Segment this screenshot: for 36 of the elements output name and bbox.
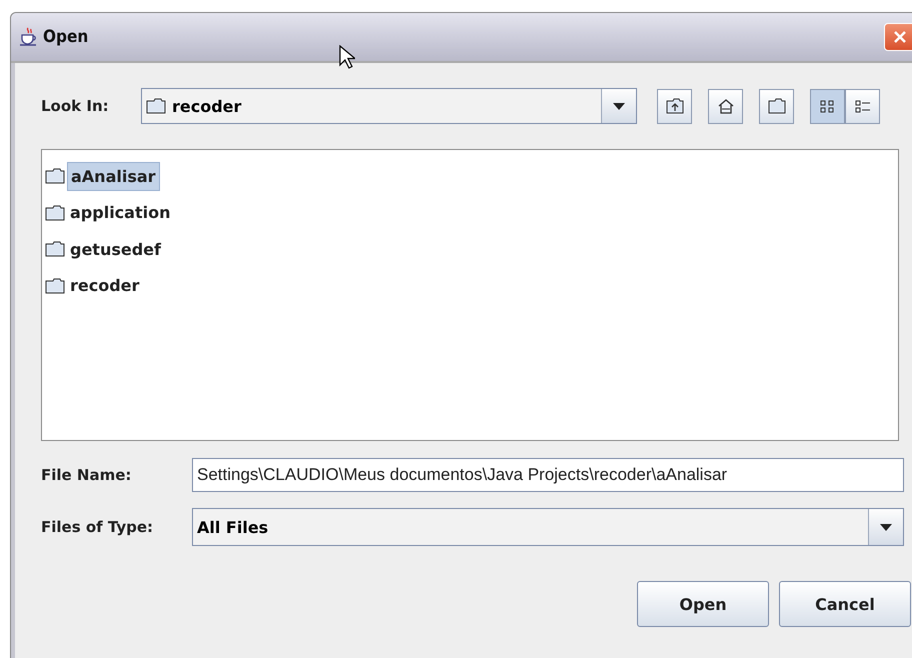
file-type-value: All Files (196, 516, 270, 538)
cancel-button[interactable]: Cancel (779, 581, 911, 627)
folder-icon (45, 204, 65, 221)
open-button[interactable]: Open (637, 581, 769, 627)
toolbar-button[interactable] (657, 88, 692, 124)
toolbar-button[interactable] (845, 88, 880, 124)
folder-icon (146, 98, 166, 114)
file-name-label: File Name: (41, 466, 132, 484)
close-icon (893, 30, 907, 44)
look-in-label: Look In: (41, 97, 110, 115)
details-view-icon (854, 98, 872, 114)
look-in-dropdown[interactable]: recoder (141, 88, 637, 124)
list-view-icon (818, 98, 836, 114)
file-type-label: Files of Type: (41, 518, 154, 536)
folder-icon (45, 241, 65, 258)
dropdown-arrow-icon (880, 524, 892, 530)
file-item[interactable]: getusedef (67, 236, 164, 263)
close-button[interactable] (884, 23, 912, 51)
toolbar-button[interactable] (759, 88, 794, 124)
toolbar-button[interactable] (708, 88, 743, 124)
folder-icon (45, 168, 65, 184)
folder-icon (45, 278, 65, 294)
file-type-dropdown[interactable]: All Files (192, 508, 904, 546)
look-in-value: recoder (172, 96, 242, 116)
coffee-cup-icon (19, 27, 39, 47)
folder-icon (768, 98, 786, 114)
toolbar-button[interactable] (810, 88, 845, 124)
up-folder-icon (666, 98, 684, 114)
dropdown-arrow-icon (613, 102, 625, 110)
file-item[interactable]: application (67, 199, 174, 226)
file-name-field[interactable]: Settings\CLAUDIO\Meus documentos\Java Projects\recoder\aAnalisar (192, 458, 904, 492)
home-icon (716, 98, 734, 114)
mouse-pointer-icon (339, 45, 355, 69)
window-title: Open (43, 27, 88, 47)
file-item[interactable]: recoder (67, 272, 142, 300)
file-item[interactable]: aAnalisar (67, 162, 160, 191)
